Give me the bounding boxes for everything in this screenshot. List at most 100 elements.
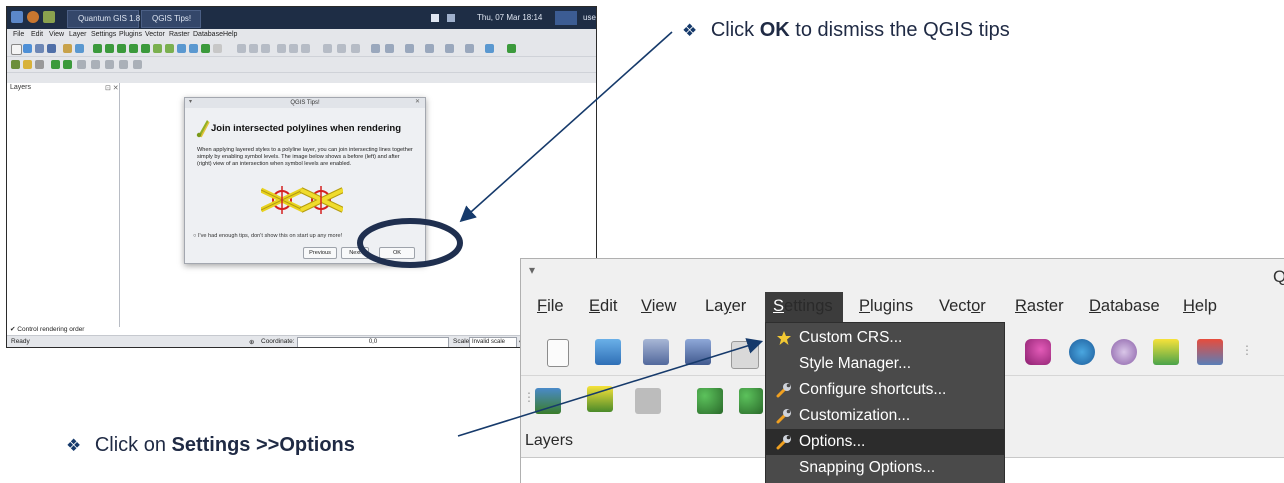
- big-menu-help[interactable]: Help: [1183, 297, 1217, 316]
- add-spatialite-layer-icon[interactable]: [739, 388, 763, 414]
- measure-area-icon[interactable]: [289, 44, 298, 53]
- file-manager-icon[interactable]: [43, 11, 55, 23]
- add-postgis-layer-2-icon[interactable]: [697, 388, 723, 414]
- new-project-icon[interactable]: [11, 44, 22, 55]
- refresh-icon[interactable]: [201, 44, 210, 53]
- measure-icon[interactable]: [277, 44, 286, 53]
- user-button[interactable]: [555, 11, 577, 25]
- attribute-table-icon[interactable]: [261, 44, 270, 53]
- taskbar-tips-task[interactable]: QGIS Tips!: [141, 10, 201, 28]
- menu-help[interactable]: Help: [223, 31, 237, 38]
- dialog-close-icon[interactable]: ✕: [415, 98, 420, 105]
- menu-item-options[interactable]: Options...: [766, 429, 1004, 455]
- big-menu-vector[interactable]: Vector: [939, 297, 986, 316]
- scale-combobox[interactable]: Invalid scale: [469, 337, 517, 347]
- network-icon[interactable]: [431, 14, 439, 22]
- add-wms-layer-icon[interactable]: [77, 60, 86, 69]
- zoom-out-icon[interactable]: [129, 44, 138, 53]
- add-wcs-layer-icon[interactable]: [1111, 339, 1137, 365]
- taskbar-qgis-task[interactable]: Quantum GIS 1.8.0-Lisboa: [67, 10, 173, 28]
- add-postgis-layer-icon[interactable]: [51, 60, 60, 69]
- menu-settings[interactable]: Settings: [91, 31, 116, 38]
- menu-database[interactable]: Database: [193, 31, 223, 38]
- no-more-tips-checkbox[interactable]: ○ I've had enough tips, don't show this …: [193, 233, 342, 239]
- new-project-icon[interactable]: [547, 339, 569, 367]
- menu-file[interactable]: File: [13, 31, 24, 38]
- dialog-menu-icon[interactable]: ▾: [189, 98, 192, 105]
- add-vector-layer-icon[interactable]: [535, 388, 561, 414]
- select-icon[interactable]: [237, 44, 246, 53]
- big-menu-settings[interactable]: Settings: [773, 297, 833, 316]
- pan-icon[interactable]: [93, 44, 102, 53]
- add-wfs-layer-icon[interactable]: [1153, 339, 1179, 365]
- big-menu-layer[interactable]: Layer: [705, 297, 746, 316]
- remove-layer-icon[interactable]: [1197, 339, 1223, 365]
- menu-layer[interactable]: Layer: [69, 31, 87, 38]
- add-vector-layer-icon[interactable]: [11, 60, 20, 69]
- add-spatialite-layer-icon[interactable]: [63, 60, 72, 69]
- identify-icon[interactable]: [213, 44, 222, 53]
- add-raster-layer-icon[interactable]: [23, 60, 32, 69]
- map-tips-icon[interactable]: [323, 44, 332, 53]
- add-wfs-layer-icon[interactable]: [105, 60, 114, 69]
- form-annotation-icon[interactable]: [385, 44, 394, 53]
- help-icon[interactable]: [425, 44, 434, 53]
- menu-item-snapping-options[interactable]: Snapping Options...: [766, 455, 1004, 481]
- zoom-in-icon[interactable]: [117, 44, 126, 53]
- measure-angle-icon[interactable]: [301, 44, 310, 53]
- composer-manager-icon[interactable]: [75, 44, 84, 53]
- zoom-layer-icon[interactable]: [153, 44, 162, 53]
- open-project-icon[interactable]: [595, 339, 621, 365]
- zoom-full-icon[interactable]: [141, 44, 150, 53]
- deselect-icon[interactable]: [249, 44, 258, 53]
- big-menu-file[interactable]: File: [537, 297, 564, 316]
- checkbox-checked-icon[interactable]: ✔: [10, 326, 15, 333]
- save-project-icon[interactable]: [643, 339, 669, 365]
- window-menu-icon[interactable]: ▾: [529, 263, 535, 277]
- show-bookmarks-icon[interactable]: [351, 44, 360, 53]
- menu-edit[interactable]: Edit: [31, 31, 43, 38]
- new-bookmark-icon[interactable]: [337, 44, 346, 53]
- add-wcs-layer-icon[interactable]: [91, 60, 100, 69]
- next-button[interactable]: Next: [341, 247, 369, 259]
- volume-icon[interactable]: [447, 14, 455, 22]
- add-wms-layer-icon[interactable]: [1069, 339, 1095, 365]
- big-menu-edit[interactable]: Edit: [589, 297, 617, 316]
- print-composer-icon[interactable]: [731, 341, 759, 369]
- menu-vector[interactable]: Vector: [145, 31, 165, 38]
- menu-raster[interactable]: Raster: [169, 31, 190, 38]
- remove-layer-icon[interactable]: [35, 60, 44, 69]
- plugin-icon[interactable]: [485, 44, 494, 53]
- previous-button[interactable]: Previous: [303, 247, 337, 259]
- save-as-icon[interactable]: [47, 44, 56, 53]
- control-rendering-order[interactable]: ✔ Control rendering order: [10, 325, 84, 333]
- menu-item-style-manager[interactable]: Style Manager...: [766, 351, 1004, 377]
- menu-item-configure-shortcuts[interactable]: Configure shortcuts...: [766, 377, 1004, 403]
- toolbar-grip-icon[interactable]: ⋮: [523, 390, 535, 404]
- ok-button[interactable]: OK: [379, 247, 415, 259]
- menu-view[interactable]: View: [49, 31, 64, 38]
- menu-item-custom-crs[interactable]: Custom CRS...: [766, 325, 1004, 351]
- panel-close-icon[interactable]: ⊡ ✕: [105, 84, 119, 92]
- open-project-icon[interactable]: [23, 44, 32, 53]
- save-project-icon[interactable]: [35, 44, 44, 53]
- menu-item-customization[interactable]: Customization...: [766, 403, 1004, 429]
- coordinate-toggle-icon[interactable]: ⊕: [249, 338, 254, 346]
- big-menu-raster[interactable]: Raster: [1015, 297, 1064, 316]
- big-menu-database[interactable]: Database: [1089, 297, 1160, 316]
- remove-layer-gray-icon[interactable]: [635, 388, 661, 414]
- start-menu-icon[interactable]: [11, 11, 23, 23]
- zoom-next-icon[interactable]: [189, 44, 198, 53]
- save-as-icon[interactable]: [685, 339, 711, 365]
- add-postgis-layer-icon[interactable]: [1025, 339, 1051, 365]
- whats-this-icon[interactable]: [445, 44, 454, 53]
- new-spatialite-icon[interactable]: [133, 60, 142, 69]
- zoom-selection-icon[interactable]: [165, 44, 174, 53]
- gps-icon[interactable]: [507, 44, 516, 53]
- new-shapefile-icon[interactable]: [119, 60, 128, 69]
- app-launcher-icon[interactable]: [27, 11, 39, 23]
- pan-selection-icon[interactable]: [105, 44, 114, 53]
- python-console-icon[interactable]: [465, 44, 474, 53]
- text-annotation-icon[interactable]: [371, 44, 380, 53]
- toolbar-grip-icon[interactable]: ⋮: [1241, 343, 1253, 357]
